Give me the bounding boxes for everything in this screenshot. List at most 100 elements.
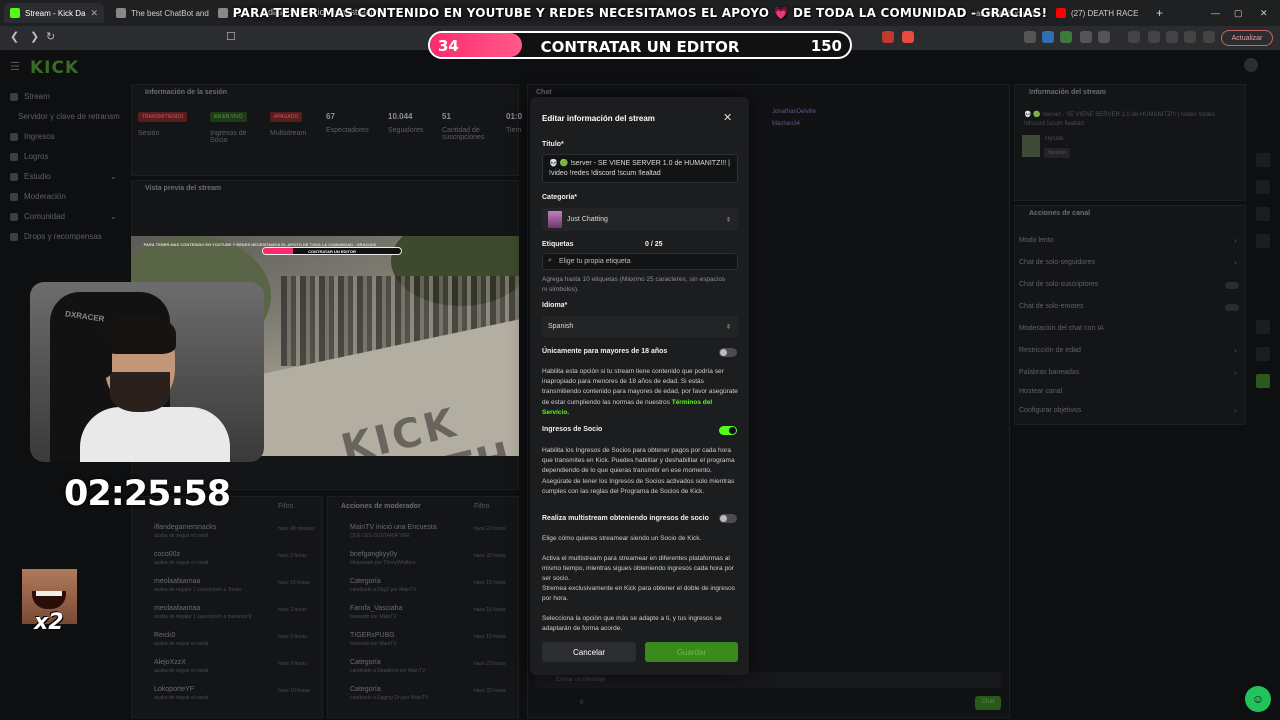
partner-status-badge: EN EN VIVO (210, 112, 247, 122)
update-browser-button[interactable]: Actualizar (1221, 30, 1273, 46)
category-select[interactable]: Just Chatting ⇕ (542, 208, 738, 231)
bookmark-icon[interactable]: ☐ (226, 30, 236, 43)
partner-income-toggle[interactable] (719, 426, 737, 435)
feed-sub: acaba de seguir el canal (154, 695, 209, 701)
help-chat-icon[interactable]: ☺ (1245, 686, 1271, 712)
channel-action-ai-moderation[interactable]: Moderación del chat con IA (1019, 325, 1104, 332)
tool-icon[interactable] (1256, 207, 1270, 221)
tags-input[interactable]: ⌕ Elige tu propia etiqueta (542, 253, 738, 270)
extension-icon[interactable] (1080, 31, 1092, 43)
hair-image (102, 314, 176, 354)
category-field-label: Categoría* (542, 194, 578, 201)
feed-sub: baneado por MainTV (350, 641, 397, 647)
back-icon[interactable]: ❮ (10, 30, 19, 43)
tool-icon[interactable] (1256, 320, 1270, 334)
tool-icon[interactable] (1256, 153, 1270, 167)
chevron-right-icon: › (1234, 368, 1237, 377)
channel-action-followers-only[interactable]: Chat de solo-seguidores (1019, 259, 1095, 266)
donation-banner: PARA TENER MAS CONTENIDO EN YOUTUBE Y RE… (0, 6, 1280, 20)
sidebar-item-drops[interactable]: Drops y recompensas (10, 232, 102, 241)
multistream-help-text: Selecciona la opción que más se adapte a… (542, 615, 722, 633)
reload-icon[interactable]: ↻ (46, 30, 55, 43)
emotes-only-toggle[interactable] (1225, 304, 1239, 311)
language-select[interactable]: Spanish ⇕ (542, 316, 738, 337)
sidebar-item-achievements[interactable]: Logros (10, 152, 48, 161)
channel-action-subs-only[interactable]: Chat de solo-suscriptores (1019, 281, 1098, 288)
partner-help-text: Habilita los Ingresos de Socios para obt… (542, 447, 735, 495)
extension-icon[interactable] (1024, 31, 1036, 43)
community-icon (10, 212, 18, 221)
sidebar-item-stream[interactable]: Stream (10, 92, 50, 101)
extension-icon[interactable] (902, 31, 914, 43)
channel-action-age-restriction[interactable]: Restricción de edad (1019, 347, 1081, 354)
star-icon[interactable] (1184, 31, 1196, 43)
feed-name: Farofa_Vasciaha (350, 605, 403, 612)
feed-time: hace 22 horas (474, 553, 506, 559)
feed-sub: acaba de seguir el canal (154, 533, 209, 539)
music-icon[interactable] (1128, 31, 1140, 43)
chevron-down-icon: ⌄ (110, 212, 117, 221)
tool-icon[interactable] (1256, 234, 1270, 248)
chevron-right-icon: › (1234, 236, 1237, 245)
stat-label: Seguidores (388, 127, 424, 134)
extension-icon[interactable] (1060, 31, 1072, 43)
list-item: briefgangkyy0y bloqueado por ThonyWhitter… (350, 551, 416, 566)
extension-icon[interactable] (882, 31, 894, 43)
stream-info-category: Hycale (1045, 136, 1064, 142)
subs-only-toggle[interactable] (1225, 282, 1239, 289)
channel-action-host[interactable]: Hostear canal (1019, 388, 1062, 395)
stream-info-title: 💀 🟢 !server - SE VIENE SERVER 1.0 de HUM… (1024, 112, 1216, 127)
panel-title: Información de la sesión (145, 89, 228, 96)
user-avatar[interactable] (1244, 58, 1258, 72)
channel-action-banned-words[interactable]: Palabras baneadas (1019, 369, 1079, 376)
cancel-button[interactable]: Cancelar (542, 642, 636, 662)
profile-icon[interactable] (1166, 31, 1178, 43)
menu-icon[interactable]: ☰ (10, 60, 20, 73)
sidebar-item-income[interactable]: Ingresos (10, 132, 55, 141)
save-button[interactable]: Guardar (645, 642, 738, 662)
sidebar-item-server[interactable]: Servidor y clave de retransm (18, 112, 120, 121)
stream-info-tag: Spanish (1044, 148, 1071, 158)
emote-multiplier: x2 (34, 610, 64, 635)
adult-only-toggle[interactable] (719, 348, 737, 357)
multistream-help-text: Stremea exclusivamente en Kick para obte… (542, 585, 735, 603)
tool-icon[interactable] (1256, 347, 1270, 361)
beard-image (110, 372, 170, 412)
wrench-icon (10, 192, 18, 201)
feed-time: hace 19 horas (474, 634, 506, 640)
webcam-overlay: DXRACER (30, 282, 264, 462)
list-item: Reick0 acaba de seguir el canal (154, 632, 208, 647)
forward-icon[interactable]: ❯ (30, 30, 39, 43)
channel-action-slow-mode[interactable]: Modo lento (1019, 237, 1054, 244)
multistream-toggle[interactable] (719, 514, 737, 523)
viewers-stat: 67 Espectadores (326, 112, 369, 134)
chat-send-button[interactable]: Chat (975, 696, 1001, 710)
subs-stat: 51 Cantidad de suscripciones (442, 112, 497, 141)
shield-icon[interactable] (1203, 31, 1215, 43)
close-icon[interactable]: ✕ (723, 111, 732, 124)
filter-label[interactable]: Filtro (278, 503, 294, 510)
sidebar-item-community[interactable]: Comunidad ⌄ (10, 212, 117, 221)
title-input[interactable]: 💀 🟢 !server - SE VIENE SERVER 1.0 de HUM… (542, 154, 738, 183)
badge-label: Ingresos de Socio (210, 130, 247, 144)
extension-icon[interactable] (1042, 31, 1054, 43)
channel-action-emotes-only[interactable]: Chat de solo-emotes (1019, 303, 1084, 310)
feed-time: hace 22 horas (474, 526, 506, 532)
channel-action-goals[interactable]: Configurar objetivos (1019, 407, 1081, 414)
extension-icon[interactable] (1098, 31, 1110, 43)
feed-sub: acaba de seguir el canal (154, 668, 209, 674)
sidebar-item-moderation[interactable]: Moderación (10, 192, 66, 201)
sidebar-toggle-icon[interactable] (1148, 31, 1160, 43)
stat-value: 51 (442, 112, 451, 121)
preview-goal-bar: CONTRATAR UN EDITOR (262, 247, 402, 255)
chevron-right-icon: › (1234, 346, 1237, 355)
filter-label[interactable]: Filtro (474, 503, 490, 510)
tool-icon[interactable] (1256, 180, 1270, 194)
sidebar-item-label: Estudio (24, 172, 51, 181)
list-item: TIGERxPUBG baneado por MainTV (350, 632, 397, 647)
goal-progress-bar: 34 CONTRATAR UN EDITOR 150 (428, 31, 852, 59)
sidebar-item-studio[interactable]: Estudio ⌄ (10, 172, 117, 181)
feed-time: hace 22 horas (474, 688, 506, 694)
tool-icon[interactable] (1256, 374, 1270, 388)
list-item: Farofa_Vasciaha baneado por MainTV (350, 605, 402, 620)
